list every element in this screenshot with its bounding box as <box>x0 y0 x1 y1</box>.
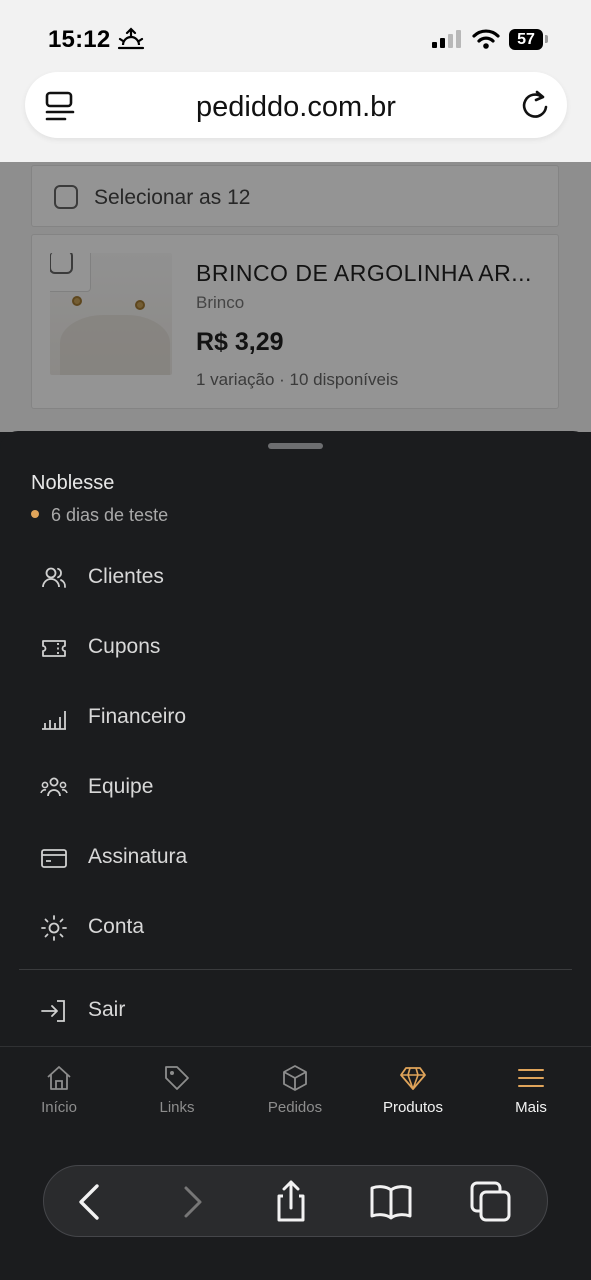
logout-icon <box>41 1000 65 1022</box>
tab-pedidos[interactable]: Pedidos <box>240 1064 350 1124</box>
tabbar-divider <box>0 1046 591 1047</box>
sun-icon <box>41 915 67 941</box>
sunrise-icon <box>117 27 145 50</box>
trial-dot <box>31 510 39 519</box>
menu-item-financeiro[interactable]: Financeiro <box>20 691 571 743</box>
menu-label: Conta <box>88 915 145 938</box>
bar-chart-icon <box>42 711 66 730</box>
menu-item-clientes[interactable]: Clientes <box>20 551 571 603</box>
menu-item-conta[interactable]: Conta <box>20 901 571 953</box>
tab-links[interactable]: Links <box>122 1064 232 1124</box>
url-text[interactable]: pediddo.com.br <box>25 91 567 124</box>
signal-icon <box>432 30 461 48</box>
page-content: Selecionar as 12 BRINCO DE ARGOLINHA AR.… <box>0 162 591 432</box>
menu-label: Equipe <box>88 775 154 798</box>
tab-produtos[interactable]: Produtos <box>358 1064 468 1124</box>
tabs-icon[interactable] <box>469 1180 513 1224</box>
users-icon <box>42 567 66 588</box>
battery-indicator: 57 <box>509 29 543 50</box>
tab-label: Pedidos <box>267 1099 323 1116</box>
menu-label: Cupons <box>88 635 161 658</box>
tab-mais[interactable]: Mais <box>476 1064 586 1124</box>
status-bar: 15:12 57 <box>0 0 591 70</box>
browser-chrome: pediddo.com.br <box>0 70 591 162</box>
sheet-handle[interactable] <box>268 443 323 449</box>
tab-inicio[interactable]: Início <box>4 1064 114 1124</box>
share-icon[interactable] <box>269 1180 313 1224</box>
menu-label: Sair <box>88 998 126 1021</box>
ticket-icon <box>42 640 66 657</box>
battery-tip <box>545 35 548 43</box>
wifi-icon <box>472 29 500 49</box>
menu-label: Assinatura <box>88 845 188 868</box>
overlay-backdrop[interactable] <box>0 162 591 432</box>
more-menu-sheet: Noblesse 6 dias de teste Clientes Cupons… <box>0 431 591 1280</box>
home-icon <box>47 1066 71 1090</box>
diamond-icon <box>400 1067 426 1090</box>
menu-label: Financeiro <box>88 705 187 728</box>
tab-label: Produtos <box>382 1099 444 1116</box>
trial-status: 6 dias de teste <box>31 505 168 526</box>
team-icon <box>40 777 68 797</box>
menu-label: Clientes <box>88 565 164 588</box>
menu-divider <box>19 969 572 970</box>
menu-item-sair[interactable]: Sair <box>20 984 571 1036</box>
tab-label: Mais <box>515 1099 547 1116</box>
menu-item-equipe[interactable]: Equipe <box>20 761 571 813</box>
tab-label: Início <box>41 1099 77 1116</box>
tag-icon <box>165 1066 189 1090</box>
forward-icon[interactable] <box>171 1180 215 1224</box>
browser-toolbar <box>43 1165 548 1237</box>
box-icon <box>283 1065 307 1091</box>
tab-label: Links <box>159 1099 195 1116</box>
menu-icon <box>518 1069 544 1087</box>
status-time: 15:12 <box>48 26 111 53</box>
address-bar[interactable]: pediddo.com.br <box>25 72 567 138</box>
menu-item-cupons[interactable]: Cupons <box>20 621 571 673</box>
store-name: Noblesse <box>31 472 115 494</box>
credit-card-icon <box>41 849 67 868</box>
trial-text: 6 dias de teste <box>51 505 169 525</box>
back-icon[interactable] <box>68 1180 112 1224</box>
bookmarks-icon[interactable] <box>369 1180 413 1224</box>
menu-item-assinatura[interactable]: Assinatura <box>20 831 571 883</box>
reload-icon[interactable] <box>521 89 551 121</box>
